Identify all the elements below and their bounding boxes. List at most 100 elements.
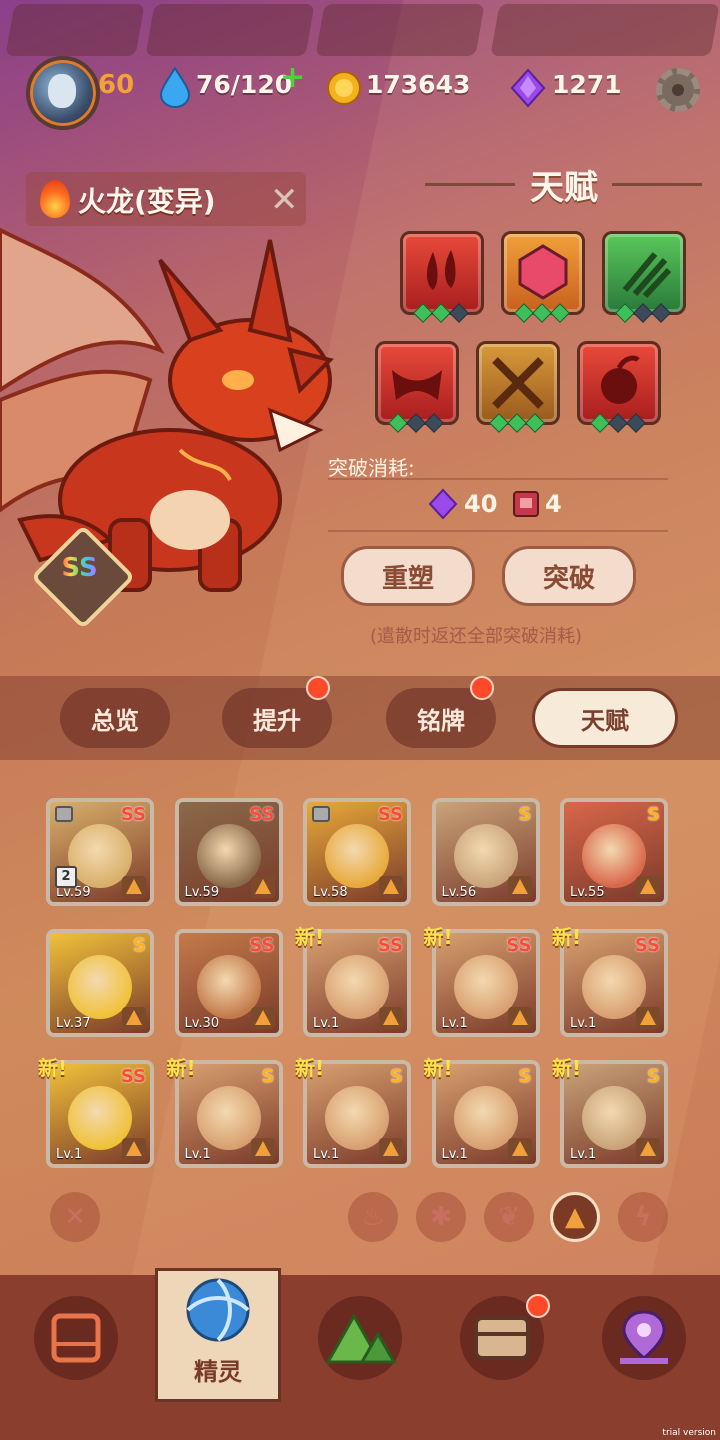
pet-rank: SS xyxy=(377,935,403,956)
reset-button[interactable]: 重塑 xyxy=(341,546,475,606)
ornament-left xyxy=(425,183,515,186)
gold-value: 173643 xyxy=(366,70,471,99)
pet-rank: S xyxy=(647,804,660,825)
pet-level: Lv.1 xyxy=(184,1147,211,1162)
lightning-icon[interactable]: ϟ xyxy=(618,1192,668,1242)
pet-rank: SS xyxy=(249,935,275,956)
talent-claw-icon[interactable] xyxy=(602,231,686,315)
pet-rank: SS xyxy=(506,935,532,956)
lock-icon xyxy=(55,806,73,822)
new-badge: 新! xyxy=(552,925,582,949)
purple-gem-icon xyxy=(428,488,458,520)
breakthrough-cost-label: 突破消耗: xyxy=(328,456,415,480)
pet-card[interactable]: S Lv.37 xyxy=(46,929,154,1037)
player-avatar[interactable] xyxy=(26,56,100,130)
new-badge: 新! xyxy=(295,925,325,949)
new-badge: 新! xyxy=(295,1056,325,1080)
mountain-class-icon xyxy=(379,1138,403,1160)
ornament-right xyxy=(612,183,702,186)
trial-watermark: trial version xyxy=(662,1428,716,1438)
breakthrough-button[interactable]: 突破 xyxy=(502,546,636,606)
pet-level: Lv.1 xyxy=(313,1016,340,1031)
talent-fire-fruit-icon[interactable] xyxy=(577,341,661,425)
pet-level: Lv.56 xyxy=(441,885,477,900)
mountain-class-icon xyxy=(507,1007,532,1029)
pet-card[interactable]: SS Lv.30 xyxy=(174,929,283,1037)
pet-level: Lv.59 xyxy=(184,885,220,900)
nav-screen-icon[interactable] xyxy=(34,1296,118,1380)
pet-card[interactable]: SS Lv.58 xyxy=(303,798,411,906)
cost-gems: 40 xyxy=(464,490,498,518)
level-pill xyxy=(5,4,145,56)
pet-rank: SS xyxy=(249,804,275,825)
mountain-class-icon xyxy=(379,876,403,898)
add-energy-button[interactable]: + xyxy=(280,60,305,95)
gem-value: 1271 xyxy=(552,70,622,99)
new-badge: 新! xyxy=(423,925,453,949)
close-icon[interactable]: ✕ xyxy=(50,1192,100,1242)
mountain-class-icon xyxy=(507,876,532,898)
snowflake-icon[interactable]: ✱ xyxy=(416,1192,466,1242)
pet-level: Lv.37 xyxy=(56,1016,91,1031)
new-badge: 新! xyxy=(38,1056,68,1080)
talent-gem-shield-icon[interactable] xyxy=(501,231,585,315)
divider xyxy=(328,478,668,480)
mountain-class-icon xyxy=(122,1138,146,1160)
talent-pips xyxy=(413,303,469,323)
cost-books: 4 xyxy=(545,490,562,518)
energy-pill xyxy=(145,4,315,56)
notification-dot xyxy=(306,676,330,700)
tab-talent[interactable]: 天赋 xyxy=(532,688,678,748)
pet-rank: SS xyxy=(120,1066,146,1087)
talent-pips xyxy=(489,413,545,433)
pet-card[interactable]: S Lv.55 xyxy=(560,798,668,906)
pet-card[interactable]: SS Lv.59 2 xyxy=(46,798,154,906)
nav-map-pin-icon[interactable] xyxy=(602,1296,686,1380)
tab-overview[interactable]: 总览 xyxy=(60,688,170,748)
talent-title: 天赋 xyxy=(530,168,598,208)
book-icon xyxy=(513,491,539,517)
pet-level: Lv.1 xyxy=(570,1016,597,1031)
mountain-icon[interactable]: ▲ xyxy=(550,1192,600,1242)
pet-rank: S xyxy=(261,1066,275,1087)
mountain-class-icon xyxy=(122,876,146,898)
close-icon[interactable]: ✕ xyxy=(270,180,299,220)
pet-rank: S xyxy=(647,1066,660,1087)
talent-pips xyxy=(615,303,671,323)
divider xyxy=(328,530,668,532)
pet-level: Lv.58 xyxy=(313,885,348,900)
app-root: 60 76/120 + 173643 1271 火龙(变异) ✕ SS 天赋 突… xyxy=(0,0,720,1440)
settings-gear-icon[interactable] xyxy=(656,68,700,112)
purple-gem-icon xyxy=(510,68,546,108)
energy-value: 76/120 xyxy=(196,70,293,99)
mountain-class-icon xyxy=(507,1138,532,1160)
new-badge: 新! xyxy=(166,1056,196,1080)
water-drop-icon xyxy=(159,66,191,108)
player-level: 60 xyxy=(98,70,135,100)
mountain-class-icon xyxy=(250,1138,275,1160)
pet-card[interactable]: SS Lv.59 xyxy=(174,798,283,906)
sprite-swirl-icon xyxy=(186,1278,250,1342)
lock-icon xyxy=(312,806,330,822)
talent-pips xyxy=(514,303,570,323)
pet-rank: S xyxy=(518,1066,532,1087)
pet-level: Lv.1 xyxy=(570,1147,597,1162)
talent-pips xyxy=(388,413,444,433)
talent-pips xyxy=(590,413,646,433)
mountain-class-icon xyxy=(379,1007,403,1029)
nav-mountain-icon[interactable] xyxy=(318,1296,402,1380)
nav-sprite-label: 精灵 xyxy=(194,1358,242,1386)
gold-coin-icon xyxy=(327,71,361,105)
pet-card[interactable]: S Lv.56 xyxy=(431,798,540,906)
mountain-class-icon xyxy=(636,1007,660,1029)
fire-element-icon xyxy=(40,180,70,218)
mountain-class-icon xyxy=(250,1007,275,1029)
new-badge: 新! xyxy=(423,1056,453,1080)
talent-drops-icon[interactable] xyxy=(400,231,484,315)
talent-cross-blade-icon[interactable] xyxy=(476,341,560,425)
mountain-class-icon xyxy=(250,876,275,898)
pet-rank: S xyxy=(518,804,532,825)
fire-icon[interactable]: ♨ xyxy=(348,1192,398,1242)
talent-fang-icon[interactable] xyxy=(375,341,459,425)
leaf-icon[interactable]: ❦ xyxy=(484,1192,534,1242)
